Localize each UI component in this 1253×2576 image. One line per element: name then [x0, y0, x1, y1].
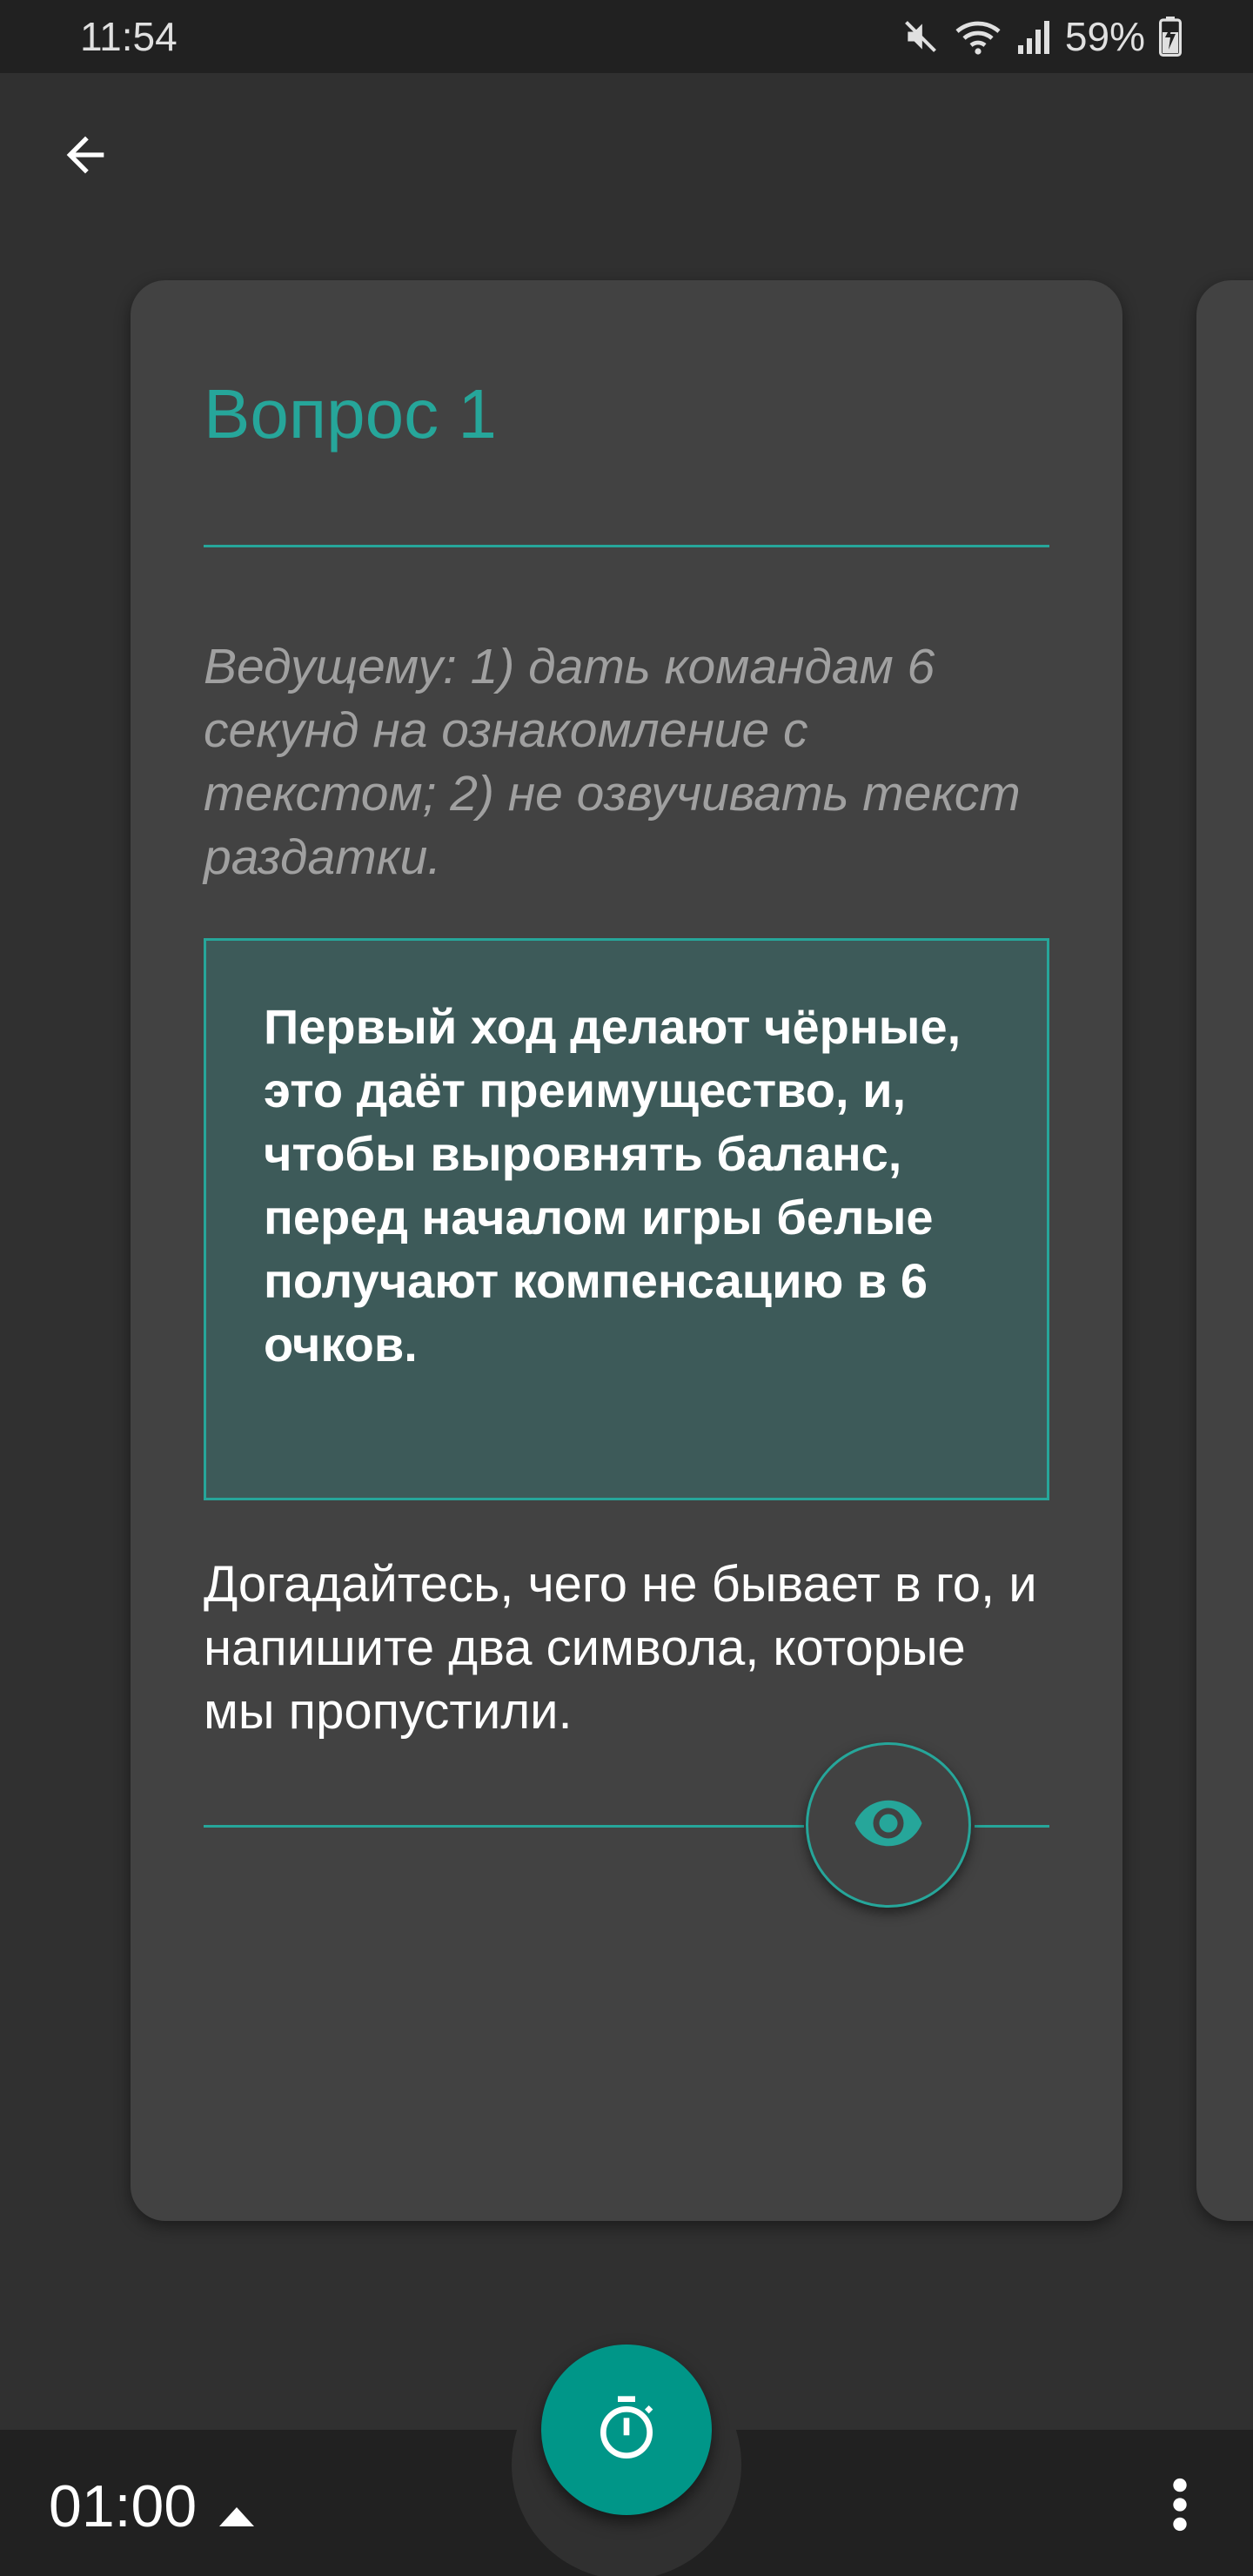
next-question-card[interactable]	[1196, 280, 1253, 2221]
question-text: Догадайтесь, чего не бывает в го, и напи…	[204, 1556, 1037, 1740]
eye-icon	[852, 1787, 925, 1864]
wifi-icon	[954, 17, 1002, 56]
status-icons: 59%	[901, 12, 1182, 61]
start-timer-button[interactable]	[541, 2345, 712, 2515]
title-divider	[204, 545, 1049, 547]
back-button[interactable]	[47, 118, 124, 195]
handout-box: Первый ход делают чёрные, это даёт преим…	[204, 938, 1049, 1500]
answer-divider	[975, 1825, 1049, 1828]
battery-charging-icon	[1159, 17, 1182, 57]
question-screen: 11:54 59% Вопрос 1 Ведущему: 1) дать ком…	[0, 0, 1253, 2576]
handout-text: Первый ход делают чёрные, это даёт преим…	[264, 999, 962, 1372]
stopwatch-icon	[592, 2393, 661, 2467]
status-bar: 11:54 59%	[0, 0, 1253, 73]
host-note: Ведущему: 1) дать командам 6 секунд на о…	[204, 639, 1021, 885]
mute-icon	[901, 17, 940, 56]
signal-icon	[1016, 17, 1051, 56]
more-vert-icon	[1171, 2477, 1189, 2537]
show-answer-button[interactable]	[806, 1742, 971, 1908]
battery-percent: 59%	[1064, 14, 1145, 59]
arrow-up-icon	[219, 2472, 255, 2541]
more-options-button[interactable]	[1140, 2463, 1220, 2550]
answer-divider	[204, 1825, 804, 1828]
question-card: Вопрос 1 Ведущему: 1) дать командам 6 се…	[131, 280, 1122, 2221]
timer-value: 01:00	[49, 2473, 198, 2539]
timer-selector[interactable]: 01:00	[49, 2472, 255, 2541]
arrow-back-icon	[57, 127, 113, 187]
status-time: 11:54	[80, 14, 178, 59]
question-title: Вопрос 1	[204, 375, 497, 453]
